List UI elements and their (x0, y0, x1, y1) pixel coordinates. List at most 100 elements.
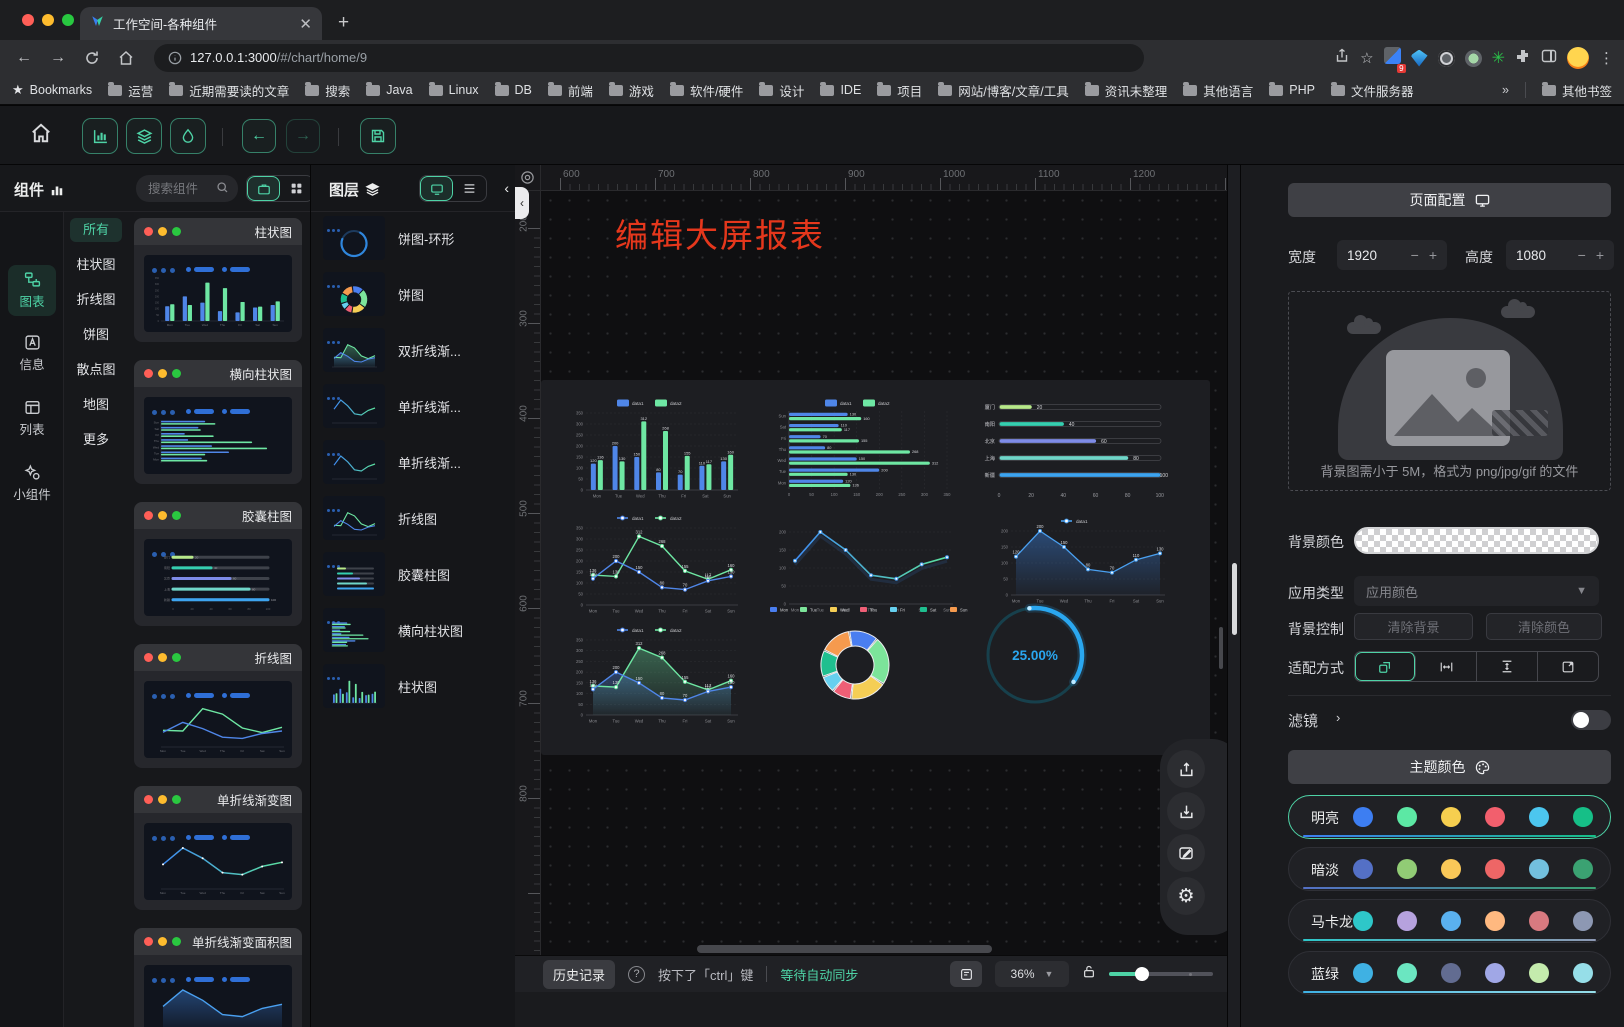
theme-color-dot[interactable] (1485, 859, 1505, 879)
redo-button[interactable]: → (286, 119, 320, 153)
theme-color-header[interactable]: 主题颜色 (1288, 750, 1611, 784)
theme-color-dot[interactable] (1441, 807, 1461, 827)
clear-background-button[interactable]: 清除背景 (1354, 613, 1473, 640)
layer-item[interactable]: 柱状图 (323, 664, 508, 708)
fit-fullscreen-option[interactable] (1538, 652, 1598, 681)
category-更多[interactable]: 更多 (70, 428, 122, 452)
detail-panel-button[interactable] (950, 961, 982, 987)
category-所有[interactable]: 所有 (70, 218, 122, 242)
height-minus[interactable]: − (1578, 247, 1586, 263)
layer-item[interactable]: 单折线渐... (323, 384, 508, 428)
extension-dark-icon[interactable] (1438, 50, 1455, 67)
component-card[interactable]: 柱状图MonTueWedThuFriSatSun0501001502002503… (134, 218, 302, 342)
new-tab-button[interactable]: + (338, 10, 349, 36)
minimize-window-button[interactable] (42, 14, 54, 26)
reload-icon[interactable] (78, 44, 106, 72)
bookmark-item[interactable]: 运营 (108, 81, 153, 100)
bookmark-item[interactable]: 项目 (877, 81, 922, 100)
chart-capsule-bar[interactable]: 厦门20南阳40北京60上海80新疆100020406080100 (975, 397, 1170, 500)
theme-color-dot[interactable] (1397, 859, 1417, 879)
theme-color-dot[interactable] (1573, 807, 1593, 827)
bookmark-item[interactable]: DB (495, 81, 532, 100)
theme-color-dot[interactable] (1353, 807, 1373, 827)
right-panel-scroll-thumb[interactable] (1232, 563, 1237, 635)
component-card[interactable]: 折线图MonTueWedThuFriSatSun (134, 644, 302, 768)
layer-item[interactable]: 胶囊柱图 (323, 552, 508, 596)
extension-star-icon[interactable]: ✳ (1492, 48, 1505, 68)
bookmark-item[interactable]: 其他语言 (1183, 81, 1253, 100)
chart-dual-line[interactable]: data1data2050100150200250300350136130312… (560, 510, 745, 625)
bookmark-item[interactable]: 前端 (548, 81, 593, 100)
site-info-icon[interactable] (168, 51, 182, 65)
chart-grouped-bar[interactable]: data1data2050100150200250300350120136Mon… (560, 395, 745, 510)
zoom-window-button[interactable] (62, 14, 74, 26)
single-view-toggle[interactable] (247, 176, 280, 201)
zoom-slider[interactable] (1109, 967, 1213, 981)
layers-thumbnail-toggle[interactable] (420, 176, 453, 201)
theme-row-马卡龙[interactable]: 马卡龙 (1288, 899, 1611, 943)
bookmark-item[interactable]: PHP (1269, 81, 1315, 100)
theme-color-dot[interactable] (1529, 963, 1549, 983)
theme-row-蓝绿[interactable]: 蓝绿 (1288, 951, 1611, 995)
chart-donut-pie[interactable]: MonTueWedThuFriSatSun (766, 605, 986, 710)
layers-list-toggle[interactable] (453, 176, 486, 201)
background-upload-dropzone[interactable]: 背景图需小于 5M，格式为 png/jpg/gif 的文件 (1288, 291, 1611, 491)
chrome-menu-icon[interactable]: ⋮ (1599, 49, 1614, 67)
bookmark-item[interactable]: 资讯未整理 (1085, 81, 1168, 100)
right-panel-scrollbar[interactable] (1227, 165, 1240, 1027)
theme-color-dot[interactable] (1397, 963, 1417, 983)
tab-close-icon[interactable]: ✕ (299, 15, 312, 33)
forward-icon[interactable]: → (44, 44, 72, 72)
layer-item[interactable]: 双折线渐... (323, 328, 508, 372)
chart-horizontal-bar[interactable]: data1data2050100150200250300350130160Sun… (763, 395, 963, 510)
theme-color-dot[interactable] (1573, 859, 1593, 879)
theme-color-dot[interactable] (1397, 807, 1417, 827)
category-折线图[interactable]: 折线图 (70, 288, 122, 312)
bookmark-item[interactable]: 网站/博客/文章/工具 (938, 81, 1068, 100)
home-icon[interactable] (112, 44, 140, 72)
extension-kite-icon[interactable] (1411, 50, 1428, 67)
sidebar-item-列表[interactable]: 列表 (8, 399, 56, 438)
theme-color-dot[interactable] (1353, 859, 1373, 879)
theme-color-dot[interactable] (1529, 807, 1549, 827)
search-icon[interactable] (216, 181, 229, 199)
browser-tab[interactable]: 工作空间-各种组件 ✕ (80, 7, 322, 40)
theme-color-dot[interactable] (1353, 963, 1373, 983)
side-panel-icon[interactable] (1541, 48, 1557, 69)
category-散点图[interactable]: 散点图 (70, 358, 122, 382)
export-icon[interactable] (1167, 750, 1205, 788)
bookmark-item[interactable]: 近期需要读的文章 (169, 81, 289, 100)
bookmark-star-icon[interactable]: ☆ (1360, 49, 1373, 67)
category-地图[interactable]: 地图 (70, 393, 122, 417)
layer-item[interactable]: 饼图-环形 (323, 216, 508, 260)
sidebar-item-图表[interactable]: 图表 (8, 265, 56, 316)
filter-expand-icon[interactable]: › (1336, 710, 1340, 725)
sidebar-item-信息[interactable]: 信息 (8, 334, 56, 373)
bg-color-swatch[interactable] (1354, 527, 1599, 554)
profile-avatar[interactable] (1567, 47, 1589, 69)
theme-color-dot[interactable] (1573, 963, 1593, 983)
app-home-icon[interactable] (30, 122, 52, 149)
bookmark-item[interactable]: 搜索 (305, 81, 350, 100)
bookmarks-root[interactable]: ★Bookmarks (12, 82, 92, 98)
page-config-header[interactable]: 页面配置 (1288, 183, 1611, 217)
theme-color-dot[interactable] (1397, 911, 1417, 931)
zoom-select[interactable]: 36%▼ (995, 961, 1069, 987)
theme-color-dot[interactable] (1485, 963, 1505, 983)
layers-tool-button[interactable] (126, 118, 162, 154)
bookmark-item[interactable]: 设计 (759, 81, 804, 100)
category-饼图[interactable]: 饼图 (70, 323, 122, 347)
bookmarks-overflow[interactable]: » (1502, 83, 1509, 97)
url-bar[interactable]: 127.0.0.1:3000/#/chart/home/9 (154, 44, 1144, 72)
canvas-area[interactable]: 6007008009001000110012001300 20030040050… (515, 165, 1227, 1027)
panel-collapse-handle[interactable]: ‹ (515, 187, 529, 219)
undo-button[interactable]: ← (242, 119, 276, 153)
bookmark-item[interactable]: 文件服务器 (1331, 81, 1414, 100)
component-card[interactable]: 胶囊柱图厦门20南阳40北京60上海80新疆100020406080100 (134, 502, 302, 626)
chart-progress-ring[interactable]: 25.00% (965, 592, 1115, 724)
app-type-select[interactable]: 应用颜色▼ (1354, 576, 1599, 606)
theme-color-dot[interactable] (1441, 859, 1461, 879)
theme-color-dot[interactable] (1573, 911, 1593, 931)
height-stepper[interactable]: 1080−+ (1506, 240, 1614, 270)
dashboard-preview[interactable]: data1data2050100150200250300350120136Mon… (541, 380, 1210, 755)
